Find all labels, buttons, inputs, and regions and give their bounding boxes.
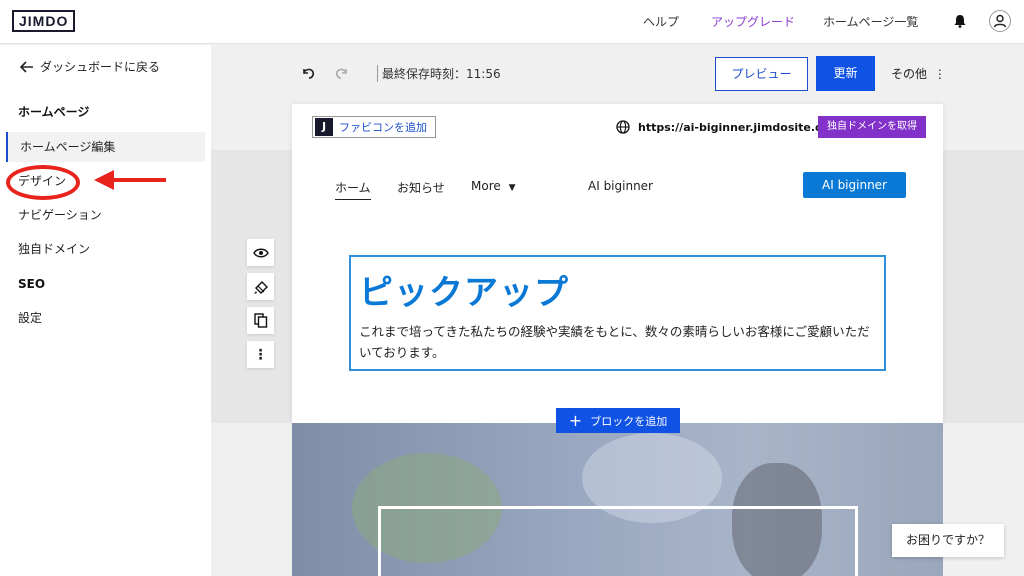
sidebar-item-navigation[interactable]: ナビゲーション — [6, 200, 205, 230]
nav-help[interactable]: ヘルプ — [643, 13, 679, 30]
redo-icon[interactable] — [334, 65, 350, 81]
paint-icon — [253, 280, 268, 294]
last-saved-time: 最終保存時刻：11:56 — [377, 65, 501, 82]
get-domain-button[interactable]: 独自ドメインを取得 — [818, 116, 926, 138]
section-seo[interactable]: SEO — [18, 277, 45, 291]
site-brand-name[interactable]: AI biginner — [588, 179, 653, 193]
duplicate-tool[interactable] — [247, 307, 274, 334]
kebab-icon: ⋮ — [253, 346, 268, 363]
sidebar: ダッシュボードに戻る ホームページ ホームページ編集 デザイン ナビゲーション … — [0, 45, 211, 576]
add-block-button[interactable]: + ブロックを追加 — [556, 408, 680, 433]
pickup-text[interactable]: これまで培ってきた私たちの経験や実績をもとに、数々の素晴らしいお客様にご愛顧いた… — [359, 321, 879, 363]
style-tool[interactable] — [247, 273, 274, 300]
editor-toolbar: 最終保存時刻：11:56 プレビュー 更新 その他 ⋮ — [211, 45, 1024, 105]
nav-site-list[interactable]: ホームページ一覧 — [823, 13, 918, 30]
visibility-tool[interactable] — [247, 239, 274, 266]
bell-icon[interactable] — [952, 13, 968, 29]
update-button[interactable]: 更新 — [816, 56, 875, 91]
site-nav-news[interactable]: お知らせ — [397, 179, 445, 196]
add-block-label: ブロックを追加 — [590, 414, 668, 428]
caret-down-icon: ▼ — [508, 183, 516, 193]
add-favicon-button[interactable]: J ファビコンを追加 — [312, 116, 436, 138]
annotation-circle — [6, 165, 80, 200]
block-tools: ⋮ — [247, 239, 274, 375]
more-label: その他 — [891, 67, 928, 81]
plus-icon: + — [568, 410, 583, 430]
section-homepage: ホームページ — [18, 105, 90, 119]
site-nav-more[interactable]: More ▼ — [471, 179, 516, 193]
site-cta-button[interactable]: AI biginner — [803, 172, 906, 198]
more-menu-button[interactable]: その他 ⋮ — [891, 65, 946, 82]
add-favicon-label: ファビコンを追加 — [339, 121, 427, 134]
top-bar: JIMDO ヘルプ アップグレード ホームページ一覧 — [0, 0, 1024, 44]
nav-upgrade[interactable]: アップグレード — [711, 13, 795, 30]
pickup-title[interactable]: ピックアップ — [359, 265, 569, 314]
hero-text-frame[interactable] — [378, 506, 858, 576]
hero-image[interactable] — [292, 423, 943, 576]
site-nav-home[interactable]: ホーム — [335, 179, 371, 200]
preview-button[interactable]: プレビュー — [715, 57, 808, 91]
kebab-icon: ⋮ — [933, 67, 946, 81]
jimdo-logo[interactable]: JIMDO — [12, 10, 76, 32]
annotation-arrow-icon — [94, 170, 166, 190]
globe-icon — [616, 120, 630, 134]
site-nav-more-label: More — [471, 179, 501, 193]
user-icon[interactable] — [989, 10, 1011, 32]
sidebar-item-custom-domain[interactable]: 独自ドメイン — [6, 234, 205, 264]
site-page: J ファビコンを追加 https://ai-biginner.jimdosite… — [292, 104, 943, 424]
sidebar-item-settings[interactable]: 設定 — [6, 303, 205, 333]
favicon-logo: J — [315, 118, 333, 136]
eye-icon — [252, 248, 269, 257]
back-to-dashboard[interactable]: ダッシュボードに戻る — [20, 58, 160, 75]
pickup-block[interactable]: ピックアップ これまで培ってきた私たちの経験や実績をもとに、数々の素晴らしいお客… — [349, 255, 886, 371]
site-url: https://ai-biginner.jimdosite.com — [616, 120, 841, 134]
copy-icon — [253, 313, 267, 328]
sidebar-item-homepage-edit[interactable]: ホームページ編集 — [6, 132, 205, 162]
site-url-text: https://ai-biginner.jimdosite.com — [638, 120, 841, 134]
undo-icon[interactable] — [300, 65, 316, 81]
arrow-left-icon — [20, 60, 33, 73]
more-options-tool[interactable]: ⋮ — [247, 341, 274, 368]
back-label: ダッシュボードに戻る — [40, 60, 161, 74]
help-button[interactable]: お困りですか？ — [892, 524, 1004, 557]
